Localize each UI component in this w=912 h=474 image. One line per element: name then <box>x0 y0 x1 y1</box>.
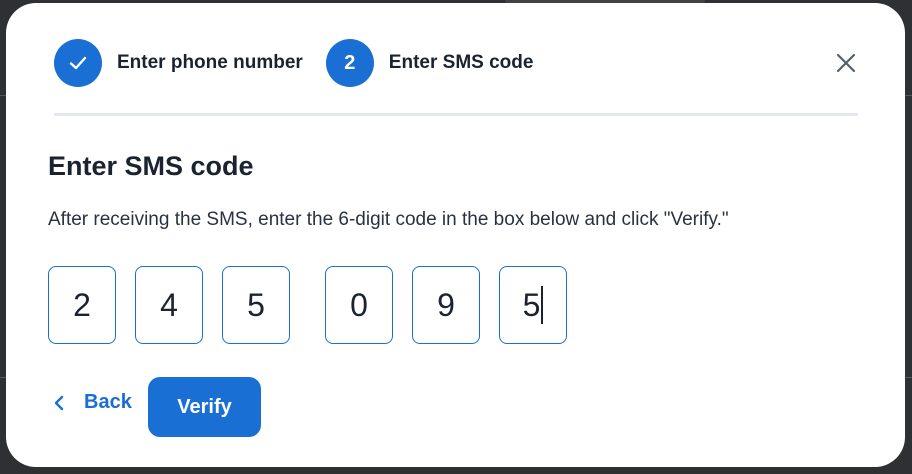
back-button[interactable]: Back <box>52 391 132 414</box>
text-caret <box>541 286 544 324</box>
step-number-marker: 2 <box>325 39 374 87</box>
dialog-title: Enter SMS code <box>48 151 254 181</box>
background-divider <box>905 95 912 96</box>
code-digit-5[interactable]: 9 <box>412 266 480 344</box>
close-button[interactable] <box>832 49 860 77</box>
digit-value: 4 <box>160 286 178 323</box>
digit-value: 9 <box>437 286 455 323</box>
instruction-text: After receiving the SMS, enter the 6-dig… <box>48 209 729 230</box>
step-label: Enter phone number <box>117 52 303 73</box>
digit-value: 0 <box>350 286 368 323</box>
chevron-left-icon <box>54 395 64 410</box>
code-digit-6[interactable]: 5 <box>499 266 567 344</box>
step-label: Enter SMS code <box>388 52 534 73</box>
verify-button[interactable]: Verify <box>148 377 261 437</box>
stepper: Enter phone number 2 Enter SMS code <box>54 39 533 87</box>
digit-value: 5 <box>247 286 265 323</box>
digit-value: 2 <box>73 286 91 323</box>
step-phone-number: Enter phone number <box>54 39 303 87</box>
code-digit-1[interactable]: 2 <box>48 266 116 344</box>
close-icon <box>836 53 856 73</box>
header-divider <box>54 113 858 116</box>
code-digit-3[interactable]: 5 <box>222 266 290 344</box>
sms-verification-dialog: Enter phone number 2 Enter SMS code Ente… <box>6 3 905 467</box>
digit-value: 5 <box>522 286 541 323</box>
step-completed-marker <box>54 39 102 87</box>
step-sms-code: 2 Enter SMS code <box>325 39 534 87</box>
code-digit-4[interactable]: 0 <box>325 266 393 344</box>
check-icon <box>69 56 87 70</box>
back-button-label: Back <box>84 391 132 413</box>
background-divider <box>905 377 912 378</box>
code-digit-2[interactable]: 4 <box>135 266 203 344</box>
